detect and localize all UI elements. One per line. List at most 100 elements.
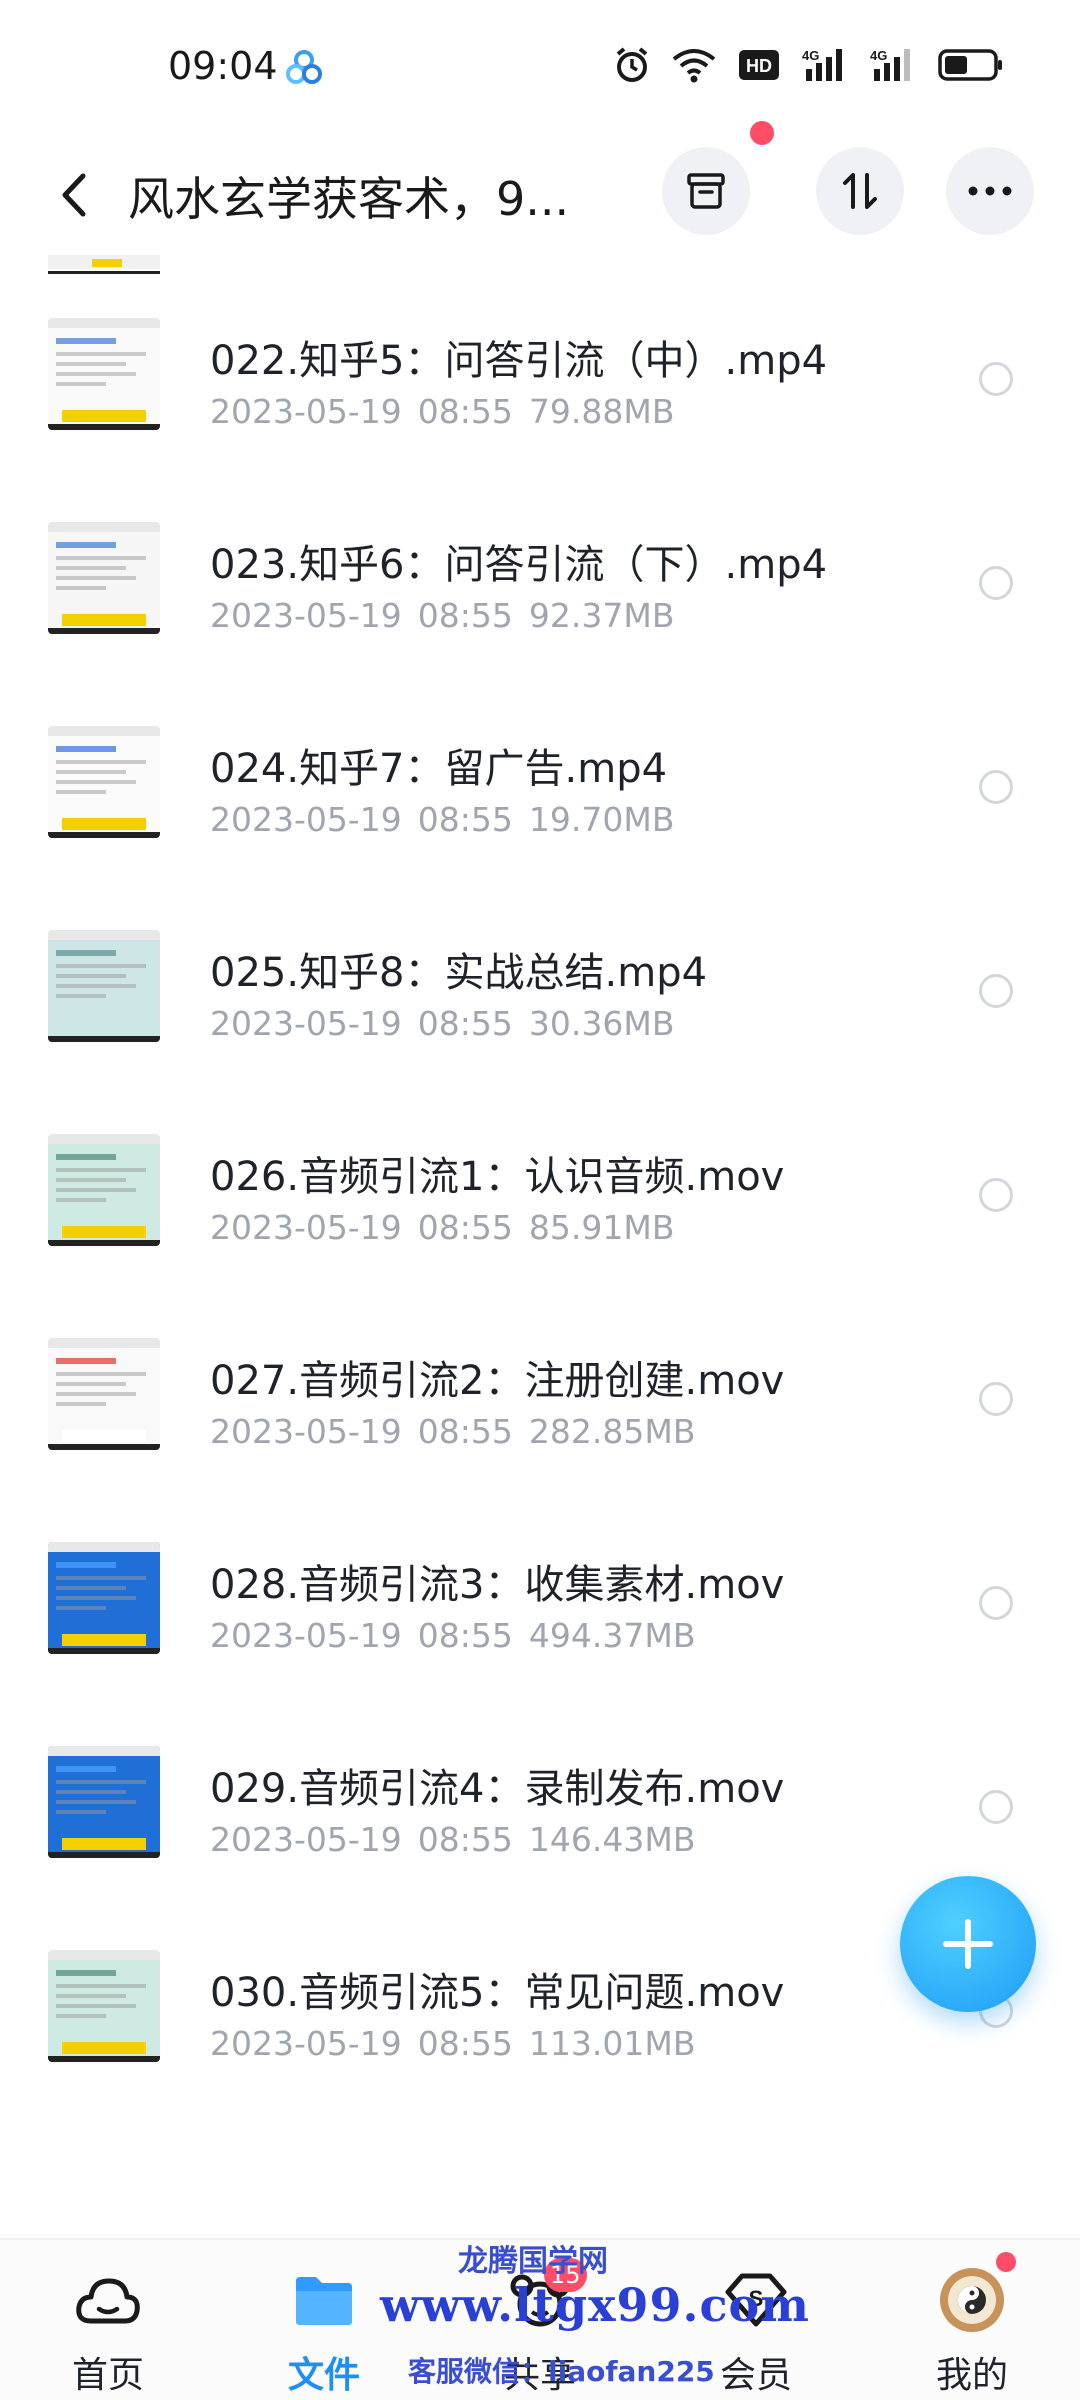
plus-icon xyxy=(943,1919,993,1969)
file-name: 027.音频引流2：注册创建.mov xyxy=(210,1358,785,1404)
hd-icon: HD xyxy=(739,50,779,80)
page-title: 风水玄学获客术，9... xyxy=(128,172,570,226)
nav-me[interactable]: 我的 xyxy=(892,2240,1052,2400)
file-row[interactable]: 022.知乎5：问答引流（中）.mp4 2023-05-19 08:55 79.88M… xyxy=(0,270,1080,474)
file-date: 2023-05-19 xyxy=(210,1412,402,1451)
sort-icon xyxy=(843,173,877,209)
avatar-icon xyxy=(937,2268,1007,2332)
file-size: 113.01MB xyxy=(528,2024,696,2063)
file-time: 08:55 xyxy=(417,1208,513,1247)
video-thumbnail xyxy=(48,318,160,430)
select-radio[interactable] xyxy=(979,974,1013,1008)
signal-4g-icon: 4G xyxy=(802,48,842,81)
battery-icon xyxy=(938,49,1002,81)
app-notification-icon xyxy=(284,48,324,88)
file-size: 30.36MB xyxy=(528,1004,675,1043)
file-date: 2023-05-19 xyxy=(210,392,402,431)
folder-icon xyxy=(289,2268,359,2332)
file-time: 08:55 xyxy=(417,800,513,839)
video-thumbnail xyxy=(48,1950,160,2062)
cloud-icon xyxy=(73,2268,143,2332)
add-button[interactable] xyxy=(900,1876,1036,2012)
watermark-url: www.ltgx99.com xyxy=(380,2278,810,2332)
title-bar: 风水玄学获客术，9... xyxy=(0,121,1080,255)
file-meta: 2023-05-19 08:55 85.91MB xyxy=(210,1208,674,1247)
file-size: 282.85MB xyxy=(528,1412,696,1451)
alarm-icon xyxy=(616,47,648,82)
nav-me-label: 我的 xyxy=(935,2355,1008,2396)
sort-button[interactable] xyxy=(816,147,904,235)
file-meta: 2023-05-19 08:55 19.70MB xyxy=(210,800,674,839)
back-button[interactable] xyxy=(44,165,104,225)
file-row[interactable]: 027.音频引流2：注册创建.mov 2023-05-19 08:55 282.85M… xyxy=(0,1290,1080,1494)
more-icon xyxy=(968,186,1012,196)
file-date: 2023-05-19 xyxy=(210,2024,402,2063)
file-size: 19.70MB xyxy=(528,800,675,839)
file-date: 2023-05-19 xyxy=(210,800,402,839)
watermark-contact: 客服微信：liaofan225 xyxy=(408,2355,715,2388)
file-row[interactable]: 026.音频引流1：认识音频.mov 2023-05-19 08:55 85.91MB xyxy=(0,1086,1080,1290)
file-name: 025.知乎8：实战总结.mp4 xyxy=(210,950,708,996)
file-size: 85.91MB xyxy=(528,1208,675,1247)
select-radio[interactable] xyxy=(979,1790,1013,1824)
file-time: 08:55 xyxy=(417,596,513,635)
select-radio[interactable] xyxy=(979,1586,1013,1620)
file-name: 029.音频引流4：录制发布.mov xyxy=(210,1766,785,1812)
video-thumbnail xyxy=(48,1338,160,1450)
select-radio[interactable] xyxy=(979,566,1013,600)
file-size: 146.43MB xyxy=(528,1820,696,1859)
archive-button[interactable] xyxy=(662,147,750,235)
file-date: 2023-05-19 xyxy=(210,1820,402,1859)
video-thumbnail xyxy=(48,1746,160,1858)
nav-files-label: 文件 xyxy=(287,2355,360,2396)
svg-text:HD: HD xyxy=(746,56,772,76)
select-radio[interactable] xyxy=(979,1382,1013,1416)
select-radio[interactable] xyxy=(979,1178,1013,1212)
file-meta: 2023-05-19 08:55 146.43MB xyxy=(210,1820,695,1859)
video-thumbnail xyxy=(48,1542,160,1654)
file-row[interactable]: 023.知乎6：问答引流（下）.mp4 2023-05-19 08:55 92.37M… xyxy=(0,474,1080,678)
video-thumbnail xyxy=(48,522,160,634)
file-size: 494.37MB xyxy=(528,1616,696,1655)
more-button[interactable] xyxy=(946,147,1034,235)
notification-dot xyxy=(750,121,774,145)
file-size: 79.88MB xyxy=(528,392,675,431)
signal-4g-icon: 4G xyxy=(870,48,910,81)
file-date: 2023-05-19 xyxy=(210,1616,402,1655)
file-meta: 2023-05-19 08:55 113.01MB xyxy=(210,2024,695,2063)
file-time: 08:55 xyxy=(417,1616,513,1655)
file-row[interactable]: 024.知乎7：留广告.mp4 2023-05-19 08:55 19.70MB xyxy=(0,678,1080,882)
file-size: 92.37MB xyxy=(528,596,675,635)
file-row[interactable]: 029.音频引流4：录制发布.mov 2023-05-19 08:55 146.43M… xyxy=(0,1698,1080,1902)
watermark-site-name: 龙腾国学网 xyxy=(458,2244,608,2279)
svg-text:4G: 4G xyxy=(870,48,887,63)
nav-home[interactable]: 首页 xyxy=(28,2240,188,2400)
me-notification-dot xyxy=(996,2252,1016,2272)
file-name: 022.知乎5：问答引流（中）.mp4 xyxy=(210,338,828,384)
file-name: 026.音频引流1：认识音频.mov xyxy=(210,1154,785,1200)
video-thumbnail xyxy=(48,726,160,838)
file-time: 08:55 xyxy=(417,1820,513,1859)
archive-icon xyxy=(687,173,725,209)
file-name: 030.音频引流5：常见问题.mov xyxy=(210,1970,785,2016)
chevron-left-icon xyxy=(62,173,86,217)
file-date: 2023-05-19 xyxy=(210,1004,402,1043)
file-meta: 2023-05-19 08:55 30.36MB xyxy=(210,1004,674,1043)
file-time: 08:55 xyxy=(417,1004,513,1043)
file-name: 028.音频引流3：收集素材.mov xyxy=(210,1562,785,1608)
file-time: 08:55 xyxy=(417,392,513,431)
file-meta: 2023-05-19 08:55 92.37MB xyxy=(210,596,674,635)
file-meta: 2023-05-19 08:55 282.85MB xyxy=(210,1412,695,1451)
file-name: 023.知乎6：问答引流（下）.mp4 xyxy=(210,542,828,588)
select-radio[interactable] xyxy=(979,770,1013,804)
nav-home-label: 首页 xyxy=(71,2355,144,2396)
status-bar: 09:04 HD 4G 4G xyxy=(0,0,1080,135)
file-date: 2023-05-19 xyxy=(210,596,402,635)
status-icons: HD 4G 4G xyxy=(614,46,1004,84)
file-row[interactable]: 025.知乎8：实战总结.mp4 2023-05-19 08:55 30.36MB xyxy=(0,882,1080,1086)
file-time: 08:55 xyxy=(417,2024,513,2063)
select-radio[interactable] xyxy=(979,362,1013,396)
video-thumbnail xyxy=(48,930,160,1042)
file-meta: 2023-05-19 08:55 79.88MB xyxy=(210,392,674,431)
file-row[interactable]: 028.音频引流3：收集素材.mov 2023-05-19 08:55 494.37M… xyxy=(0,1494,1080,1698)
